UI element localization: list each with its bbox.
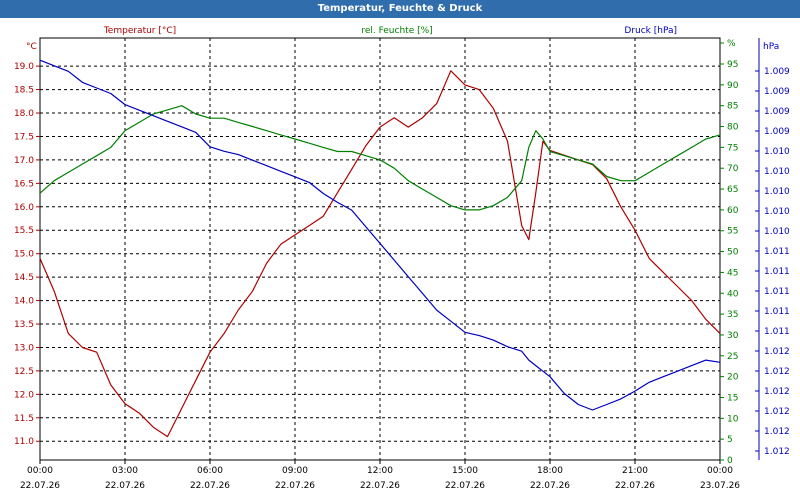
right-tick-label: 1.010 bbox=[764, 147, 790, 157]
right-tick-label: 1.011 bbox=[764, 267, 790, 277]
left-tick-label: 16.0 bbox=[14, 203, 34, 213]
left-tick-label: 19.0 bbox=[14, 62, 34, 72]
right-tick-label: 1.012 bbox=[764, 447, 790, 457]
right-tick-label: 1.009 bbox=[764, 87, 790, 97]
chart-background bbox=[0, 18, 800, 500]
left-tick-label: 12.5 bbox=[14, 367, 34, 377]
left-tick-label: 11.0 bbox=[14, 437, 34, 447]
right-tick-label: 1.010 bbox=[764, 167, 790, 177]
mid-tick-label: % bbox=[727, 39, 736, 49]
right-tick-label: 1.009 bbox=[764, 67, 790, 77]
x-tick-date: 22.07.26 bbox=[615, 481, 655, 491]
x-tick-date: 22.07.26 bbox=[445, 481, 485, 491]
mid-tick-label: 55 bbox=[727, 227, 738, 237]
x-tick-time: 12:00 bbox=[367, 466, 393, 476]
right-tick-label: 1.011 bbox=[764, 247, 790, 257]
left-tick-label: 16.5 bbox=[14, 179, 34, 189]
right-tick-label: 1.012 bbox=[764, 347, 790, 357]
right-tick-label: 1.010 bbox=[764, 227, 790, 237]
left-tick-label: 18.5 bbox=[14, 86, 34, 96]
left-tick-label: 12.0 bbox=[14, 390, 34, 400]
left-axis-unit: °C bbox=[26, 42, 37, 52]
left-tick-label: 15.0 bbox=[14, 250, 34, 260]
left-tick-label: 13.0 bbox=[14, 343, 34, 353]
left-tick-label: 14.0 bbox=[14, 297, 34, 307]
x-tick-time: 18:00 bbox=[537, 466, 563, 476]
x-tick-time: 15:00 bbox=[452, 466, 478, 476]
right-tick-label: 1.012 bbox=[764, 387, 790, 397]
mid-tick-label: 95 bbox=[727, 60, 738, 70]
x-tick-date: 22.07.26 bbox=[190, 481, 230, 491]
mid-tick-label: 30 bbox=[727, 331, 739, 341]
left-axis-label: Temperatur [°C] bbox=[103, 26, 176, 36]
right-tick-label: 1.012 bbox=[764, 427, 790, 437]
right-tick-label: 1.010 bbox=[764, 187, 790, 197]
mid-tick-label: 70 bbox=[727, 164, 739, 174]
right-axis-label: Druck [hPa] bbox=[624, 26, 677, 36]
right-tick-label: 1.009 bbox=[764, 127, 790, 137]
right-tick-label: 1.010 bbox=[764, 207, 790, 217]
left-tick-label: 14.5 bbox=[14, 273, 34, 283]
mid-tick-label: 10 bbox=[727, 414, 739, 424]
right-tick-label: 1.012 bbox=[764, 367, 790, 377]
mid-tick-label: 25 bbox=[727, 352, 738, 362]
x-tick-time: 00:00 bbox=[707, 466, 733, 476]
x-tick-time: 00:00 bbox=[27, 466, 53, 476]
mid-tick-label: 40 bbox=[727, 289, 739, 299]
right-tick-label: 1.011 bbox=[764, 307, 790, 317]
mid-tick-label: 15 bbox=[727, 393, 738, 403]
mid-tick-label: 5 bbox=[727, 435, 733, 445]
chart-svg: 00:00 22.07.26 03:00 22.07.26 06:00 22.07.26 0… bbox=[0, 18, 800, 500]
mid-tick-label: 20 bbox=[727, 373, 739, 383]
right-tick-label: 1.011 bbox=[764, 327, 790, 337]
right-tick-label: 1.012 bbox=[764, 407, 790, 417]
x-tick-time: 21:00 bbox=[622, 466, 648, 476]
x-tick-time: 06:00 bbox=[197, 466, 223, 476]
x-tick-time: 03:00 bbox=[112, 466, 138, 476]
mid-tick-label: 0 bbox=[727, 456, 733, 466]
mid-tick-label: 65 bbox=[727, 185, 738, 195]
mid-axis-label: rel. Feuchte [%] bbox=[361, 26, 432, 36]
x-tick-date: 23.07.26 bbox=[700, 481, 740, 491]
right-tick-label: 1.009 bbox=[764, 107, 790, 117]
right-axis-unit: hPa bbox=[763, 42, 779, 52]
x-tick-time: 09:00 bbox=[282, 466, 308, 476]
mid-tick-label: 60 bbox=[727, 206, 739, 216]
mid-tick-label: 90 bbox=[727, 81, 739, 91]
x-tick-date: 22.07.26 bbox=[360, 481, 400, 491]
x-tick-date: 22.07.26 bbox=[20, 481, 60, 491]
left-tick-label: 13.5 bbox=[14, 320, 34, 330]
left-tick-label: 15.5 bbox=[14, 226, 34, 236]
x-tick-date: 22.07.26 bbox=[105, 481, 145, 491]
mid-tick-label: 45 bbox=[727, 268, 738, 278]
mid-tick-label: 75 bbox=[727, 143, 738, 153]
mid-tick-label: 50 bbox=[727, 248, 739, 258]
left-tick-label: 11.5 bbox=[14, 414, 34, 424]
left-tick-label: 17.0 bbox=[14, 156, 34, 166]
mid-tick-label: 35 bbox=[727, 310, 738, 320]
left-tick-label: 18.0 bbox=[14, 109, 34, 119]
x-tick-date: 22.07.26 bbox=[530, 481, 570, 491]
chart-title: Temperatur, Feuchte & Druck bbox=[0, 0, 800, 18]
x-tick-date: 22.07.26 bbox=[275, 481, 315, 491]
left-tick-label: 17.5 bbox=[14, 132, 34, 142]
mid-tick-label: 85 bbox=[727, 102, 738, 112]
right-tick-label: 1.011 bbox=[764, 287, 790, 297]
mid-tick-label: 80 bbox=[727, 123, 739, 133]
